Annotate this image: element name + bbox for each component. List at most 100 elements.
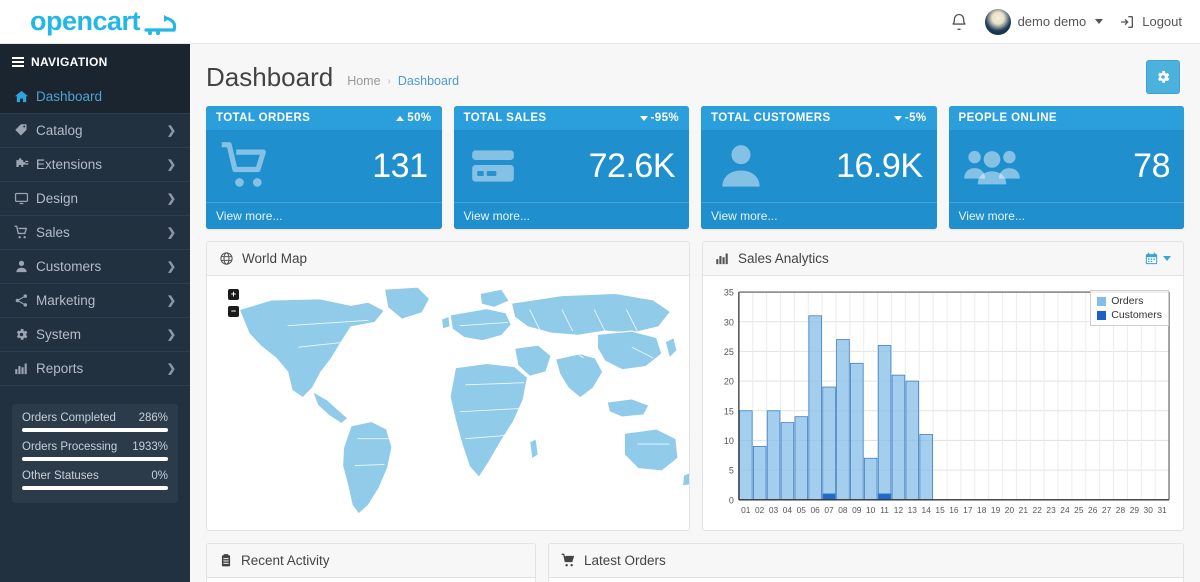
stat-tile-total-orders: TOTAL ORDERS 50% 131 View more... xyxy=(206,106,442,229)
logout-button[interactable]: Logout xyxy=(1119,14,1182,30)
tile-percent: 50% xyxy=(396,112,431,124)
sidebar-item-label: Extensions xyxy=(36,157,103,172)
legend-item: Orders xyxy=(1097,294,1162,308)
svg-text:06: 06 xyxy=(811,505,821,515)
app-header: opencart demo demo Logout xyxy=(0,0,1200,44)
sidebar-stat-progress xyxy=(22,428,168,432)
legend-item: Customers xyxy=(1097,308,1162,322)
tile-view-more-link[interactable]: View more... xyxy=(701,202,937,229)
tile-body: 16.9K xyxy=(701,130,937,202)
breadcrumb-dashboard[interactable]: Dashboard xyxy=(398,74,459,88)
tile-value: 16.9K xyxy=(836,146,923,185)
sidebar-item-customers[interactable]: Customers ❯ xyxy=(0,250,190,284)
settings-button[interactable] xyxy=(1146,60,1180,94)
tile-header: TOTAL CUSTOMERS -5% xyxy=(701,106,937,130)
user-icon xyxy=(715,140,767,192)
sidebar-stat-row: Other Statuses 0% xyxy=(22,470,168,490)
tile-title: TOTAL ORDERS xyxy=(216,112,311,124)
page-title: Dashboard xyxy=(206,61,334,92)
chart-range-dropdown[interactable] xyxy=(1144,251,1171,266)
svg-text:21: 21 xyxy=(1019,505,1029,515)
svg-text:01: 01 xyxy=(741,505,751,515)
bar-chart-icon xyxy=(715,251,730,266)
trend-down-icon xyxy=(639,115,648,121)
svg-text:16: 16 xyxy=(949,505,959,515)
recent-activity-body xyxy=(207,578,535,582)
sidebar-stat-row: Orders Completed 286% xyxy=(22,412,168,432)
map-zoom-out-button[interactable]: − xyxy=(228,306,239,317)
svg-text:09: 09 xyxy=(852,505,862,515)
svg-text:14: 14 xyxy=(922,505,932,515)
home-icon xyxy=(14,89,36,104)
map-zoom-in-button[interactable]: + xyxy=(228,289,239,300)
sidebar-item-catalog[interactable]: Catalog ❯ xyxy=(0,114,190,148)
sidebar-item-label: System xyxy=(36,327,82,342)
world-map[interactable]: + − xyxy=(207,276,689,530)
cart-icon xyxy=(14,225,36,240)
user-menu[interactable]: demo demo xyxy=(984,8,1104,35)
tile-title: PEOPLE ONLINE xyxy=(958,112,1057,124)
tile-view-more-link[interactable]: View more... xyxy=(206,202,442,229)
svg-text:04: 04 xyxy=(783,505,793,515)
svg-text:35: 35 xyxy=(724,288,734,298)
main-content: Dashboard Home › Dashboard TOTAL ORDERS 5… xyxy=(190,44,1200,582)
svg-text:11: 11 xyxy=(880,505,889,515)
stat-tiles: TOTAL ORDERS 50% 131 View more... TOTAL SALE… xyxy=(190,106,1200,229)
tile-header: TOTAL SALES -95% xyxy=(453,106,689,130)
notifications-button[interactable] xyxy=(949,12,969,32)
navigation-title-label: NAVIGATION xyxy=(31,55,108,69)
sidebar-item-reports[interactable]: Reports ❯ xyxy=(0,352,190,386)
svg-text:18: 18 xyxy=(977,505,987,515)
sidebar-item-sales[interactable]: Sales ❯ xyxy=(0,216,190,250)
user-icon xyxy=(14,259,36,274)
chevron-down-icon xyxy=(1095,19,1104,24)
svg-text:03: 03 xyxy=(769,505,779,515)
opencart-logo[interactable]: opencart xyxy=(30,8,178,35)
trend-up-icon xyxy=(396,115,405,121)
world-map-panel: World Map + − xyxy=(206,241,690,531)
tile-view-more-link[interactable]: View more... xyxy=(948,202,1184,229)
sidebar-item-design[interactable]: Design ❯ xyxy=(0,182,190,216)
svg-text:23: 23 xyxy=(1046,505,1056,515)
svg-text:31: 31 xyxy=(1157,505,1167,515)
tile-percent-value: -5% xyxy=(904,112,927,124)
sales-analytics-title: Sales Analytics xyxy=(738,251,829,266)
tile-body: 131 xyxy=(206,130,442,202)
world-map-panel-header: World Map xyxy=(207,242,689,276)
tile-percent: -5% xyxy=(893,112,927,124)
tile-body: 72.6K xyxy=(454,130,690,202)
logout-label: Logout xyxy=(1142,14,1182,29)
chevron-right-icon: ❯ xyxy=(166,227,176,239)
sidebar-item-extensions[interactable]: Extensions ❯ xyxy=(0,148,190,182)
share-icon xyxy=(14,293,36,308)
hamburger-icon xyxy=(12,55,24,69)
sidebar-item-dashboard[interactable]: Dashboard xyxy=(0,80,190,114)
svg-text:05: 05 xyxy=(797,505,807,515)
tile-view-more-link[interactable]: View more... xyxy=(453,202,689,229)
svg-text:15: 15 xyxy=(724,406,734,416)
chevron-right-icon: ❯ xyxy=(166,363,176,375)
tile-body: 78 xyxy=(949,130,1185,202)
sidebar-item-system[interactable]: System ❯ xyxy=(0,318,190,352)
legend-swatch xyxy=(1097,310,1107,320)
chevron-right-icon: ❯ xyxy=(166,193,176,205)
svg-text:30: 30 xyxy=(724,317,734,327)
chevron-down-icon xyxy=(1163,256,1171,261)
sidebar-stat-label: Orders Completed xyxy=(22,412,116,424)
svg-text:13: 13 xyxy=(908,505,918,515)
sales-chart[interactable]: Orders Customers 0 5 10 15 20 25 30 35 01 02 03 04 05… xyxy=(703,276,1183,530)
chevron-right-icon: ❯ xyxy=(166,125,176,137)
sidebar-stat-row: Orders Processing 1933% xyxy=(22,441,168,461)
latest-orders-body xyxy=(549,578,1183,582)
svg-text:17: 17 xyxy=(963,505,973,515)
legend-label: Orders xyxy=(1111,295,1144,307)
sidebar-item-label: Dashboard xyxy=(36,89,103,104)
cart-icon xyxy=(220,140,272,192)
breadcrumb-home[interactable]: Home xyxy=(347,74,380,88)
gear-icon xyxy=(14,327,36,342)
monitor-icon xyxy=(14,191,36,206)
sidebar-item-marketing[interactable]: Marketing ❯ xyxy=(0,284,190,318)
svg-text:25: 25 xyxy=(724,347,734,357)
sidebar-stat-progress xyxy=(22,486,168,490)
sidebar-item-label: Catalog xyxy=(36,123,83,138)
